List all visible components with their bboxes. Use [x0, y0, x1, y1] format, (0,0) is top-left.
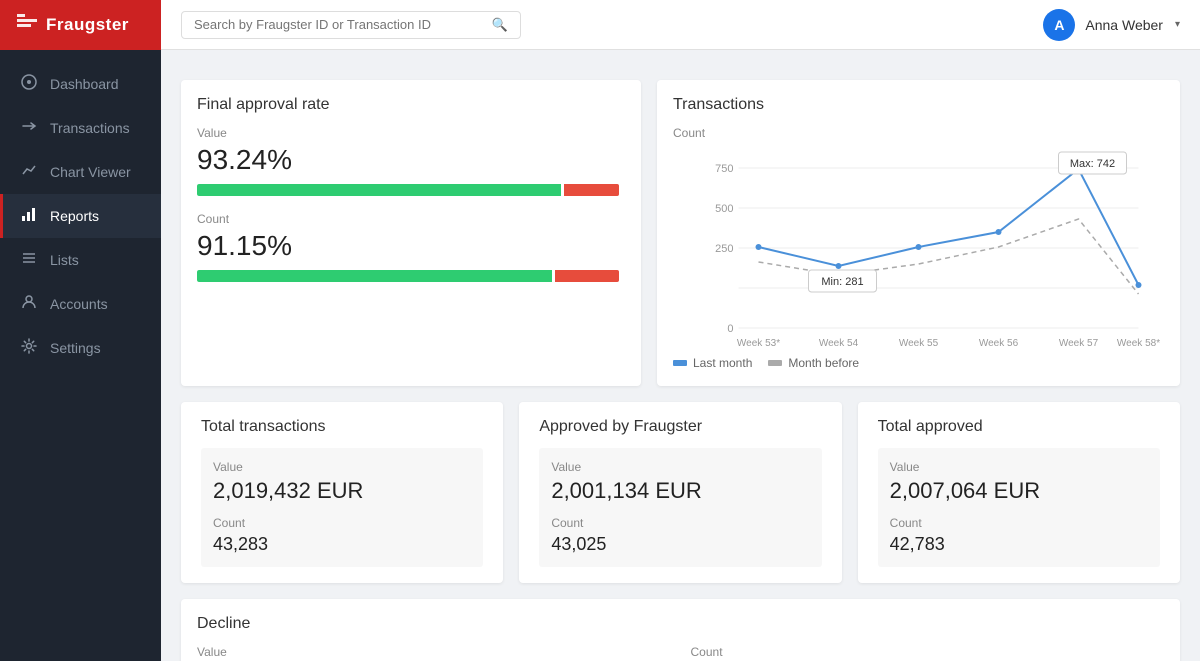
transactions-title: Transactions	[673, 96, 1164, 114]
user-menu[interactable]: A Anna Weber ▾	[1043, 9, 1180, 41]
svg-text:Week 55: Week 55	[899, 338, 939, 349]
svg-text:500: 500	[715, 203, 733, 215]
transactions-count-label: Count	[673, 126, 1164, 140]
settings-icon	[20, 338, 38, 358]
svg-text:Week 54: Week 54	[819, 338, 859, 349]
tt-value-label: Value	[213, 460, 471, 474]
svg-text:Min: 281: Min: 281	[821, 276, 863, 288]
sidebar-item-transactions-label: Transactions	[50, 120, 130, 136]
value-label: Value	[197, 126, 625, 140]
bar-green-value	[197, 184, 561, 196]
svg-text:Max: 742: Max: 742	[1070, 158, 1115, 170]
logo-icon	[16, 12, 38, 39]
logo: Fraugster	[0, 0, 161, 50]
ta-count-label: Count	[890, 516, 1148, 530]
avatar: A	[1043, 9, 1075, 41]
sidebar-item-settings-label: Settings	[50, 340, 101, 356]
dashboard-icon	[20, 74, 38, 94]
sidebar: Fraugster Dashboard Transactions	[0, 0, 161, 661]
chevron-down-icon: ▾	[1175, 19, 1180, 30]
sidebar-item-chart-viewer[interactable]: Chart Viewer	[0, 150, 161, 194]
sidebar-item-accounts-label: Accounts	[50, 296, 108, 312]
chart-viewer-icon	[20, 162, 38, 182]
tt-count: 43,283	[213, 534, 471, 555]
stats-row: Total transactions Value 2,019,432 EUR C…	[181, 402, 1180, 583]
legend-last-month: Last month	[673, 356, 752, 370]
transactions-icon	[20, 118, 38, 138]
transactions-chart: 750 500 250 0	[673, 148, 1164, 348]
approved-fraugster-card: Approved by Fraugster Value 2,001,134 EU…	[519, 402, 841, 583]
tt-value: 2,019,432 EUR	[213, 478, 471, 504]
sidebar-item-chart-viewer-label: Chart Viewer	[50, 164, 131, 180]
svg-text:Week 57: Week 57	[1059, 338, 1099, 349]
sidebar-item-accounts[interactable]: Accounts	[0, 282, 161, 326]
approval-rate-title: Final approval rate	[197, 96, 625, 114]
bar-green-count	[197, 270, 552, 282]
approval-count-bar	[197, 270, 625, 282]
decline-count-chart: Count 6K 4K	[691, 645, 1165, 661]
total-approved-card: Total approved Value 2,007,064 EUR Count…	[858, 402, 1180, 583]
search-icon: 🔍	[492, 17, 508, 33]
user-name: Anna Weber	[1085, 17, 1163, 33]
approval-value: 93.24%	[197, 144, 625, 176]
decline-value-label: Value	[197, 645, 671, 659]
count-label: Count	[197, 212, 625, 226]
reports-icon	[20, 206, 38, 226]
sidebar-item-reports[interactable]: Reports	[0, 194, 161, 238]
svg-text:250: 250	[715, 243, 733, 255]
header: 🔍 A Anna Weber ▾	[161, 0, 1200, 50]
tt-count-label: Count	[213, 516, 471, 530]
decline-section: Decline Value 300K 200K	[181, 599, 1180, 661]
sidebar-nav: Dashboard Transactions Chart Viewer	[0, 50, 161, 370]
decline-title: Decline	[197, 615, 1164, 633]
approval-rate-card: Final approval rate Value 93.24% Count 9…	[181, 80, 641, 386]
sidebar-item-dashboard[interactable]: Dashboard	[0, 62, 161, 106]
total-transactions-title: Total transactions	[201, 418, 483, 436]
decline-count-label: Count	[691, 645, 1165, 659]
af-value-label: Value	[551, 460, 809, 474]
decline-value-chart: Value 300K 200K	[197, 645, 671, 661]
transactions-card: Transactions Count 750 500	[657, 80, 1180, 386]
total-approved-title: Total approved	[878, 418, 1160, 436]
brand-name: Fraugster	[46, 15, 129, 35]
svg-text:Week 56: Week 56	[979, 338, 1019, 349]
af-count-label: Count	[551, 516, 809, 530]
bar-red-value	[564, 184, 620, 196]
search-box[interactable]: 🔍	[181, 11, 521, 39]
svg-text:Week 53*: Week 53*	[737, 338, 780, 349]
sidebar-item-reports-label: Reports	[50, 208, 99, 224]
svg-text:0: 0	[727, 323, 733, 335]
total-transactions-card: Total transactions Value 2,019,432 EUR C…	[181, 402, 503, 583]
ta-count: 42,783	[890, 534, 1148, 555]
sidebar-item-settings[interactable]: Settings	[0, 326, 161, 370]
approval-count: 91.15%	[197, 230, 625, 262]
lists-icon	[20, 250, 38, 270]
af-value: 2,001,134 EUR	[551, 478, 809, 504]
search-input[interactable]	[194, 17, 486, 32]
svg-text:Week 58*: Week 58*	[1117, 338, 1160, 349]
accounts-icon	[20, 294, 38, 314]
main-content: Final approval rate Value 93.24% Count 9…	[161, 0, 1200, 661]
svg-text:750: 750	[715, 163, 733, 175]
ta-value-label: Value	[890, 460, 1148, 474]
chart-legend: Last month Month before	[673, 356, 1164, 370]
legend-month-before: Month before	[768, 356, 859, 370]
decline-charts: Value 300K 200K	[197, 645, 1164, 661]
sidebar-item-lists-label: Lists	[50, 252, 79, 268]
sidebar-item-transactions[interactable]: Transactions	[0, 106, 161, 150]
sidebar-item-lists[interactable]: Lists	[0, 238, 161, 282]
ta-value: 2,007,064 EUR	[890, 478, 1148, 504]
sidebar-item-dashboard-label: Dashboard	[50, 76, 119, 92]
approval-value-bar	[197, 184, 625, 196]
bar-red-count	[555, 270, 619, 282]
approved-fraugster-title: Approved by Fraugster	[539, 418, 821, 436]
af-count: 43,025	[551, 534, 809, 555]
